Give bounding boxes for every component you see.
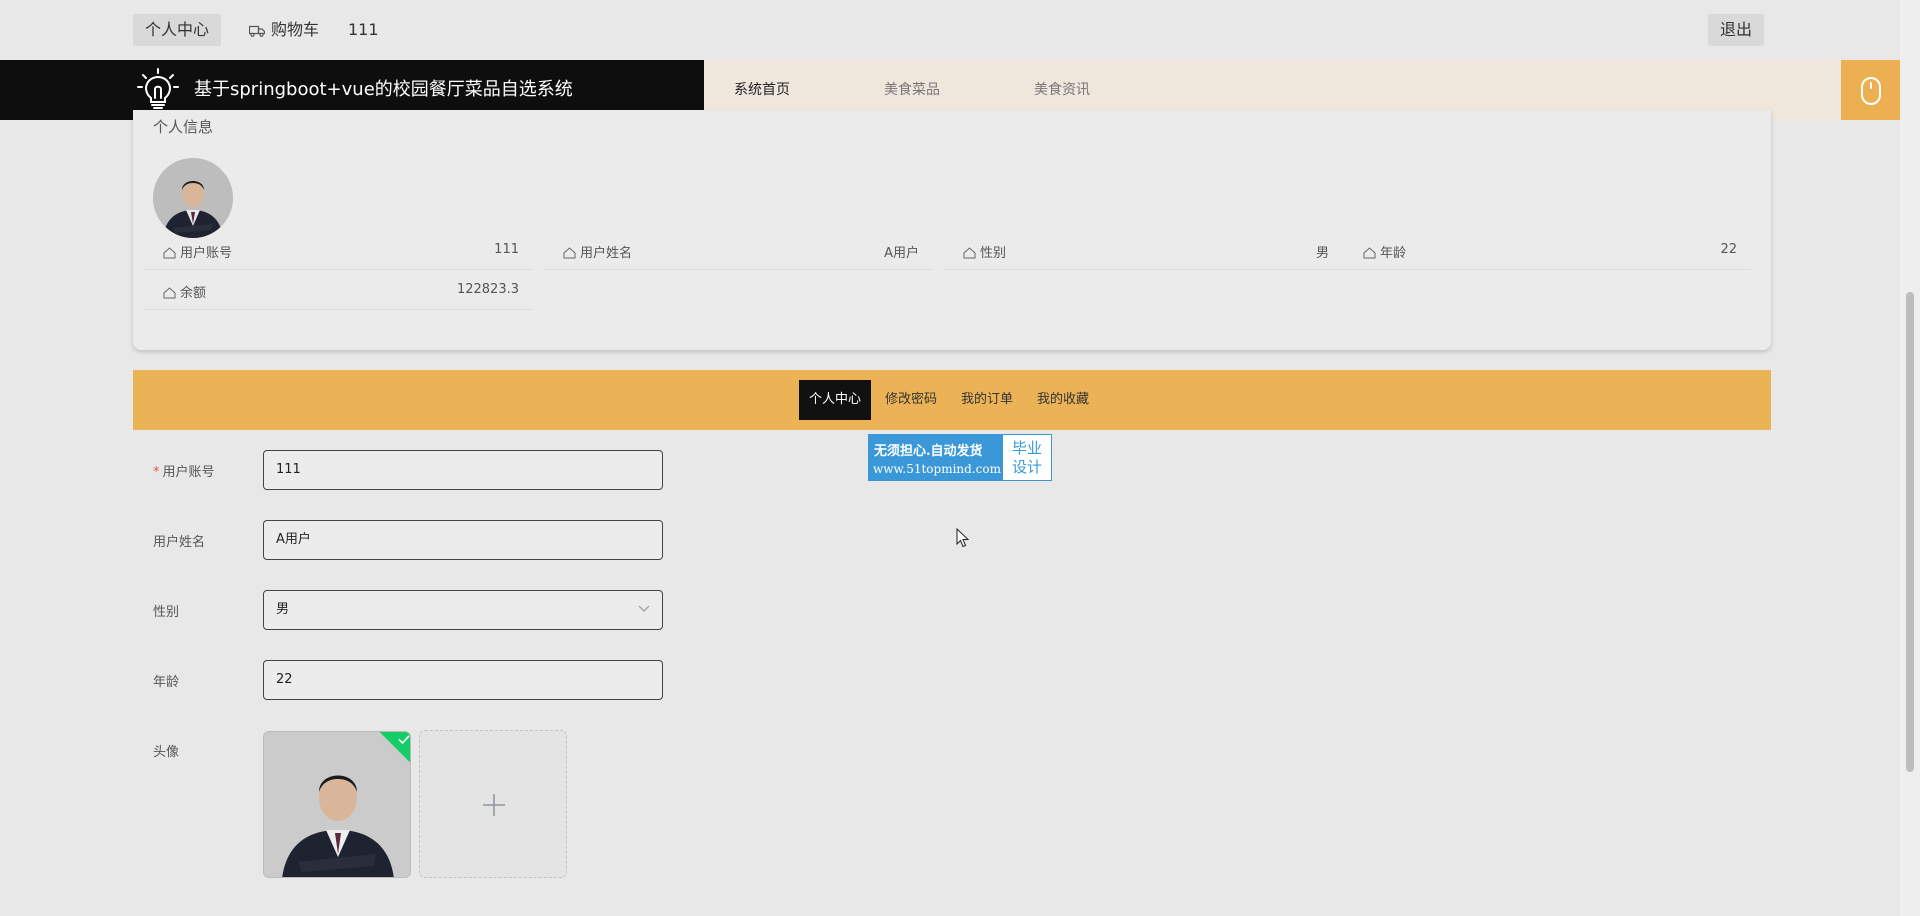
cart-label: 购物车 xyxy=(271,20,320,39)
info-cell-gender: 性别 男 xyxy=(943,230,1343,270)
info-value-account: 111 xyxy=(494,242,519,257)
home-icon xyxy=(963,247,976,259)
logout-button[interactable]: 退出 xyxy=(1708,14,1765,46)
home-icon xyxy=(1363,247,1376,259)
info-cell-account: 用户账号 111 xyxy=(143,230,533,270)
account-label-text: 用户账号 xyxy=(162,465,215,480)
info-value-balance: 122823.3 xyxy=(456,282,519,297)
home-icon xyxy=(563,247,576,259)
personal-center-link[interactable]: 个人中心 xyxy=(133,14,222,46)
age-label: 年龄 xyxy=(153,675,180,690)
user-avatar xyxy=(153,158,233,238)
tab-personal-center[interactable]: 个人中心 xyxy=(799,380,872,420)
home-icon xyxy=(163,247,176,259)
uploaded-avatar-thumbnail[interactable] xyxy=(263,731,411,878)
info-value-gender: 男 xyxy=(1315,246,1329,261)
info-label-gender: 性别 xyxy=(980,246,1007,261)
watermark-box: 毕业 设计 xyxy=(1003,435,1051,480)
gender-select-value: 男 xyxy=(276,602,290,617)
scroll-mouse-button[interactable] xyxy=(1841,60,1900,120)
truck-icon xyxy=(248,25,266,37)
mouse-icon xyxy=(1861,77,1881,105)
watermark-box-line2: 设计 xyxy=(1011,458,1042,476)
home-icon xyxy=(163,287,176,299)
required-mark: * xyxy=(153,465,160,480)
watermark-line1: 无须担心.自动发货 xyxy=(874,444,983,459)
watermark-line2: www.51topmind.com xyxy=(873,462,1001,476)
profile-heading: 个人信息 xyxy=(153,118,214,136)
info-cell-name: 用户姓名 A用户 xyxy=(543,230,933,270)
top-bar: 个人中心 购物车 111 退出 xyxy=(0,0,1900,60)
plus-icon xyxy=(483,794,505,816)
info-cell-age: 年龄 22 xyxy=(1343,230,1751,270)
username-display: 111 xyxy=(348,20,379,39)
tab-my-orders[interactable]: 我的订单 xyxy=(951,380,1023,420)
info-label-account: 用户账号 xyxy=(180,246,233,261)
watermark-badge: 无须担心.自动发货 www.51topmind.com 毕业 设计 xyxy=(868,434,1052,481)
name-label: 用户姓名 xyxy=(153,535,206,550)
tab-change-password[interactable]: 修改密码 xyxy=(875,380,947,420)
user-tabs-bar: 个人中心 修改密码 我的订单 我的收藏 xyxy=(133,370,1771,430)
avatar-upload-button[interactable] xyxy=(419,730,567,878)
gender-label: 性别 xyxy=(153,605,180,620)
page-scrollbar-thumb[interactable] xyxy=(1906,292,1914,772)
info-cell-balance: 余额 122823.3 xyxy=(143,270,533,310)
lightbulb-icon xyxy=(137,68,179,109)
info-value-name: A用户 xyxy=(884,246,919,261)
info-label-balance: 余额 xyxy=(180,286,207,301)
name-input[interactable]: A用户 xyxy=(263,520,663,560)
account-label: * 用户账号 xyxy=(153,461,215,480)
info-label-name: 用户姓名 xyxy=(580,246,633,261)
check-icon xyxy=(398,735,410,745)
watermark-box-line1: 毕业 xyxy=(1011,439,1042,457)
mouse-cursor-icon xyxy=(956,528,970,548)
info-value-age: 22 xyxy=(1720,242,1737,257)
tab-my-favorites[interactable]: 我的收藏 xyxy=(1027,380,1099,420)
account-input[interactable]: 111 xyxy=(263,450,663,490)
info-label-age: 年龄 xyxy=(1380,246,1407,261)
cart-link[interactable]: 购物车 xyxy=(237,14,331,46)
age-input[interactable]: 22 xyxy=(263,660,663,700)
profile-info-card: 个人信息 用户账号 111 用户姓名 A用户 性别 男 年龄 22 余额 122… xyxy=(133,110,1771,350)
chevron-down-icon xyxy=(638,605,650,612)
gender-select[interactable]: 男 xyxy=(263,590,663,630)
avatar-label: 头像 xyxy=(153,745,180,760)
